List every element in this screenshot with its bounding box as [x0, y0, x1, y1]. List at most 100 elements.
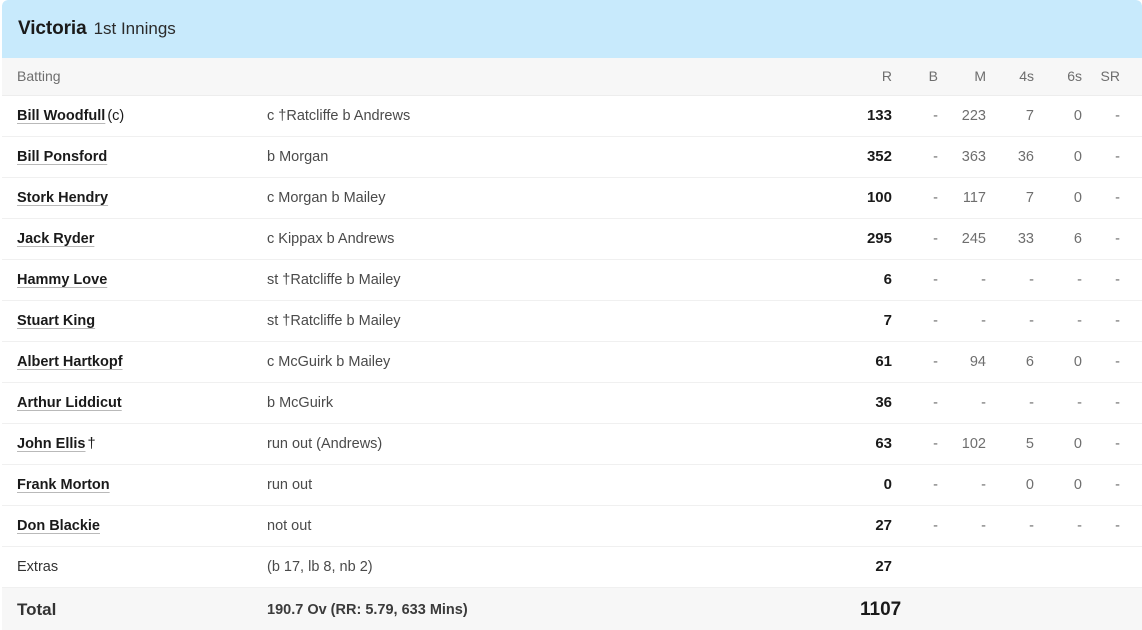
dismissal-cell: run out [267, 464, 860, 506]
balls-cell: - [904, 95, 950, 137]
column-header-balls: B [904, 58, 950, 96]
table-row: Frank Morton run out 0- -0 0- [2, 464, 1142, 506]
runs-cell: 6 [860, 259, 904, 301]
dismissal-cell: not out [267, 505, 860, 547]
player-name-link[interactable]: Albert Hartkopf [17, 354, 123, 370]
player-name-link[interactable]: Arthur Liddicut [17, 395, 122, 411]
minutes-cell: 363 [950, 136, 998, 178]
minutes-cell: - [950, 464, 998, 506]
batting-table-header: Batting R B M 4s 6s SR [2, 58, 1142, 96]
batsman-name-cell: Stuart King [2, 300, 267, 342]
table-row: Bill Woodfull (c) c †Ratcliffe b Andrews 13… [2, 95, 1142, 137]
dismissal-cell: b McGuirk [267, 382, 860, 424]
table-row: Don Blackie not out 27- - - - - [2, 505, 1142, 547]
table-row: Bill Ponsford b Morgan 352-363 36 0- [2, 136, 1142, 178]
minutes-cell: - [950, 382, 998, 424]
innings-number-label: 1st Innings [93, 19, 176, 38]
total-empty-cell [1094, 586, 1142, 630]
balls-cell: - [904, 341, 950, 383]
balls-cell: - [904, 423, 950, 465]
total-empty-cell [950, 586, 998, 630]
fours-cell: - [998, 382, 1046, 424]
player-name-link[interactable]: Stork Hendry [17, 190, 108, 206]
sixes-cell: - [1046, 259, 1094, 301]
batsman-name-cell: Albert Hartkopf [2, 341, 267, 383]
player-name-link[interactable]: Bill Ponsford [17, 149, 107, 165]
innings-header: Victoria 1st Innings [2, 0, 1142, 58]
sixes-cell: 0 [1046, 177, 1094, 219]
player-name-link[interactable]: Hammy Love [17, 272, 107, 288]
batsman-name-cell: Bill Woodfull (c) [2, 95, 267, 137]
player-name-link[interactable]: Frank Morton [17, 477, 110, 493]
table-row: Albert Hartkopf c McGuirk b Mailey 61-94 6 0… [2, 341, 1142, 383]
minutes-cell: 223 [950, 95, 998, 137]
extras-runs-cell: 27 [860, 546, 904, 588]
extras-empty-cell [904, 546, 950, 588]
player-name-link[interactable]: Stuart King [17, 313, 95, 329]
batting-table-body: Bill Woodfull (c) c †Ratcliffe b Andrews 13… [2, 95, 1142, 630]
sixes-cell: 6 [1046, 218, 1094, 260]
player-role-marker: (c) [107, 108, 125, 124]
sixes-cell: 0 [1046, 423, 1094, 465]
strike-rate-cell: - [1094, 259, 1142, 301]
strike-rate-cell: - [1094, 505, 1142, 547]
total-empty-cell [1046, 586, 1094, 630]
dismissal-cell: c Kippax b Andrews [267, 218, 860, 260]
sixes-cell: - [1046, 300, 1094, 342]
minutes-cell: - [950, 259, 998, 301]
player-name-link[interactable]: John Ellis [17, 436, 86, 452]
minutes-cell: - [950, 300, 998, 342]
balls-cell: - [904, 464, 950, 506]
strike-rate-cell: - [1094, 464, 1142, 506]
batsman-name-cell: Bill Ponsford [2, 136, 267, 178]
minutes-cell: - [950, 505, 998, 547]
runs-cell: 352 [860, 136, 904, 178]
fours-cell: - [998, 259, 1046, 301]
sixes-cell: - [1046, 505, 1094, 547]
player-name-link[interactable]: Bill Woodfull [17, 108, 105, 124]
extras-label: Extras [17, 559, 59, 575]
dismissal-cell: run out (Andrews) [267, 423, 860, 465]
strike-rate-cell: - [1094, 423, 1142, 465]
column-header-strike-rate: SR [1094, 58, 1142, 96]
table-row: Hammy Love st †Ratcliffe b Mailey 6- - - - - [2, 259, 1142, 301]
player-name-link[interactable]: Don Blackie [17, 518, 100, 534]
sixes-cell: 0 [1046, 95, 1094, 137]
extras-empty-cell [1046, 546, 1094, 588]
batsman-name-cell: Arthur Liddicut [2, 382, 267, 424]
runs-cell: 61 [860, 341, 904, 383]
batsman-name-cell: Stork Hendry [2, 177, 267, 219]
extras-label-cell: Extras [2, 546, 267, 588]
balls-cell: - [904, 382, 950, 424]
column-header-minutes: M [950, 58, 998, 96]
total-runs: 1107 [860, 586, 904, 630]
total-empty-cell [998, 586, 1046, 630]
balls-cell: - [904, 259, 950, 301]
player-role-marker: † [87, 436, 96, 452]
dismissal-cell: c McGuirk b Mailey [267, 341, 860, 383]
column-header-fours: 4s [998, 58, 1046, 96]
table-row: Jack Ryder c Kippax b Andrews 295-245 33 6- [2, 218, 1142, 260]
extras-empty-cell [998, 546, 1046, 588]
runs-cell: 63 [860, 423, 904, 465]
total-empty-cell [904, 586, 950, 630]
sixes-cell: 0 [1046, 136, 1094, 178]
minutes-cell: 94 [950, 341, 998, 383]
strike-rate-cell: - [1094, 177, 1142, 219]
table-row: Stork Hendry c Morgan b Mailey 100-117 7 0- [2, 177, 1142, 219]
minutes-cell: 117 [950, 177, 998, 219]
dismissal-cell: st †Ratcliffe b Mailey [267, 300, 860, 342]
balls-cell: - [904, 300, 950, 342]
dismissal-cell: b Morgan [267, 136, 860, 178]
table-row: Stuart King st †Ratcliffe b Mailey 7- - - - - [2, 300, 1142, 342]
column-header-batting: Batting [2, 58, 860, 96]
sixes-cell: - [1046, 382, 1094, 424]
strike-rate-cell: - [1094, 300, 1142, 342]
sixes-cell: 0 [1046, 464, 1094, 506]
dismissal-cell: st †Ratcliffe b Mailey [267, 259, 860, 301]
runs-cell: 36 [860, 382, 904, 424]
innings-team-name: Victoria [18, 18, 87, 39]
innings-scorecard-panel: Victoria 1st Innings Batting R B M 4s 6s… [2, 0, 1142, 630]
player-name-link[interactable]: Jack Ryder [17, 231, 94, 247]
batting-scorecard-table: Batting R B M 4s 6s SR Bill Woodfull (c) c… [2, 58, 1142, 630]
